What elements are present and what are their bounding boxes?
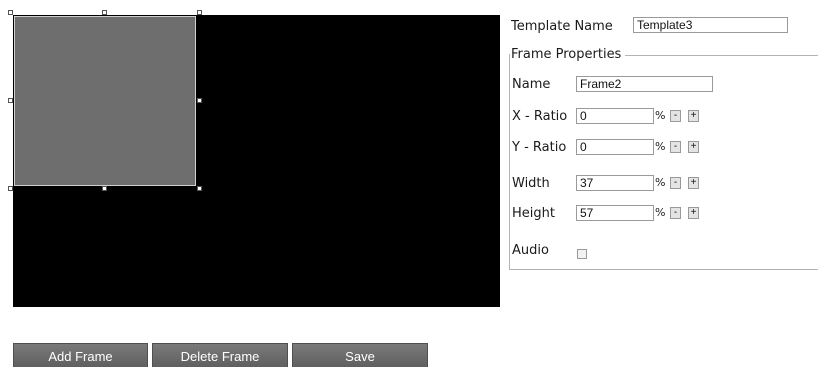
height-input[interactable]: [576, 205, 654, 221]
x-ratio-input[interactable]: [576, 108, 654, 124]
y-ratio-percent: %: [655, 140, 666, 153]
height-percent: %: [655, 206, 666, 219]
fieldset-border-left: [509, 54, 510, 269]
audio-checkbox[interactable]: [577, 249, 587, 259]
resize-handle-bottom[interactable]: [102, 186, 107, 191]
delete-frame-button[interactable]: Delete Frame: [152, 343, 288, 367]
resize-handle-top-left[interactable]: [8, 10, 13, 15]
width-decrement-button[interactable]: -: [670, 177, 681, 189]
x-ratio-increment-button[interactable]: +: [688, 110, 699, 122]
width-input[interactable]: [576, 175, 654, 191]
template-name-input[interactable]: [633, 17, 788, 33]
height-label: Height: [512, 206, 555, 221]
y-ratio-input[interactable]: [576, 139, 654, 155]
frame-name-label: Name: [512, 77, 551, 92]
width-percent: %: [655, 176, 666, 189]
y-ratio-decrement-button[interactable]: -: [670, 141, 681, 153]
add-frame-button[interactable]: Add Frame: [13, 343, 148, 367]
fieldset-border-top: [625, 55, 818, 56]
x-ratio-label: X - Ratio: [512, 109, 568, 124]
audio-label: Audio: [512, 243, 549, 258]
template-name-label: Template Name: [511, 19, 613, 34]
y-ratio-label: Y - Ratio: [512, 140, 567, 155]
resize-handle-top[interactable]: [102, 10, 107, 15]
x-ratio-decrement-button[interactable]: -: [670, 110, 681, 122]
resize-handle-left[interactable]: [8, 98, 13, 103]
frame-name-input[interactable]: [576, 76, 713, 92]
height-increment-button[interactable]: +: [688, 207, 699, 219]
resize-handle-bottom-left[interactable]: [8, 186, 13, 191]
width-label: Width: [512, 176, 550, 191]
resize-handle-top-right[interactable]: [197, 10, 202, 15]
resize-handle-bottom-right[interactable]: [197, 186, 202, 191]
frame-properties-legend: Frame Properties: [511, 47, 622, 62]
fieldset-border-bottom: [509, 269, 818, 270]
height-decrement-button[interactable]: -: [670, 207, 681, 219]
x-ratio-percent: %: [655, 109, 666, 122]
width-increment-button[interactable]: +: [688, 177, 699, 189]
selected-frame[interactable]: [14, 16, 196, 186]
y-ratio-increment-button[interactable]: +: [688, 141, 699, 153]
save-button[interactable]: Save: [292, 343, 428, 367]
resize-handle-right[interactable]: [197, 98, 202, 103]
